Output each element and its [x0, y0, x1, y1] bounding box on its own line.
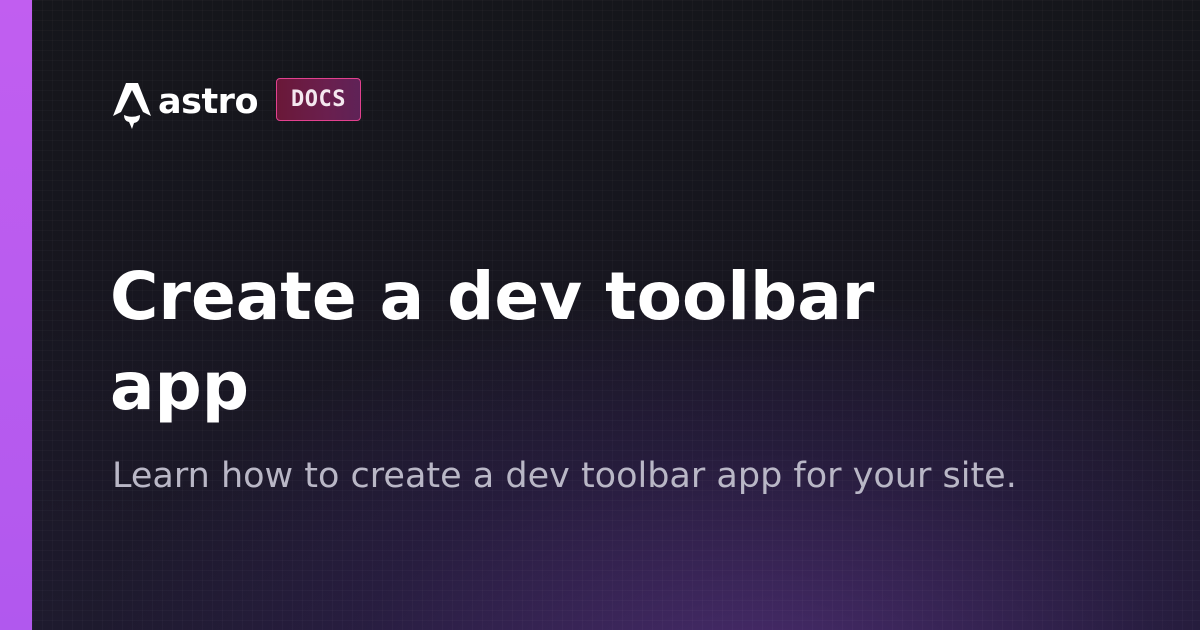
docs-badge-label: DOCS [291, 86, 346, 112]
page-title: Create a dev toolbar app [110, 258, 875, 425]
docs-badge: DOCS [276, 77, 361, 121]
astro-rocket-logo-icon [113, 83, 151, 129]
page-description: Learn how to create a dev toolbar app fo… [112, 456, 1017, 496]
brand-wordmark: astro [158, 81, 259, 122]
docs-social-card: astro DOCS Create a dev toolbar app Lear… [0, 0, 1200, 630]
brand-header: astro DOCS [112, 77, 361, 130]
accent-bar [0, 0, 32, 630]
